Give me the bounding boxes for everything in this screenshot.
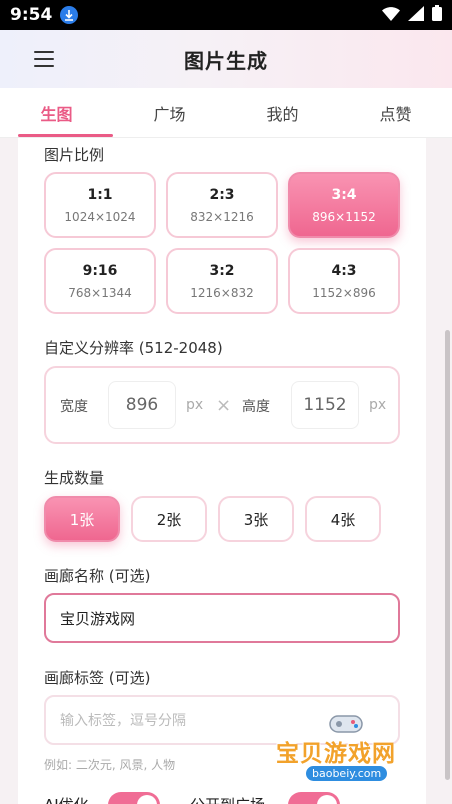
- height-label: 高度: [242, 399, 270, 415]
- height-input[interactable]: 1152: [291, 381, 359, 429]
- times-icon: ×: [216, 395, 232, 416]
- app-header: 图片生成: [0, 30, 452, 88]
- resolution-box: 宽度 896 px × 高度 1152 px: [44, 366, 400, 444]
- ratio-option-size: 896×1152: [312, 209, 376, 224]
- count-option-3[interactable]: 3张: [218, 496, 294, 542]
- width-label: 宽度: [60, 399, 88, 415]
- ratio-option-size: 1216×832: [190, 285, 254, 300]
- ratio-option-label: 3:2: [209, 262, 235, 279]
- tab-likes[interactable]: 点赞: [339, 88, 452, 137]
- ratio-option-label: 4:3: [331, 262, 357, 279]
- scrollbar[interactable]: [445, 330, 450, 780]
- ai-optimize-label: AI优化: [44, 794, 89, 804]
- ratio-option-label: 3:4: [331, 186, 357, 203]
- page-title: 图片生成: [184, 48, 268, 73]
- ratio-option-2-3[interactable]: 2:3 832×1216: [166, 172, 278, 238]
- count-label: 生成数量: [44, 469, 105, 487]
- menu-icon[interactable]: [34, 51, 54, 67]
- width-unit: px: [186, 397, 204, 413]
- generation-form: 图片比例 1:1 1024×1024 2:3 832×1216 3:4 896×…: [18, 138, 426, 804]
- signal-icon: [408, 5, 424, 25]
- ratio-option-size: 1024×1024: [64, 209, 136, 224]
- wifi-icon: [382, 6, 400, 25]
- ratio-label: 图片比例: [44, 146, 105, 164]
- height-unit: px: [369, 397, 387, 413]
- watermark-url: baobeiy.com: [306, 766, 388, 781]
- watermark-logo: 宝贝游戏网 baobeiy.com: [276, 712, 426, 792]
- gallery-tags-label: 画廊标签 (可选): [44, 669, 151, 687]
- publish-square-toggle[interactable]: [288, 792, 340, 804]
- ratio-option-4-3[interactable]: 4:3 1152×896: [288, 248, 400, 314]
- count-option-4[interactable]: 4张: [305, 496, 381, 542]
- gallery-tags-hint: 例如: 二次元, 风景, 人物: [44, 758, 176, 772]
- ratio-option-label: 1:1: [87, 186, 113, 203]
- publish-square-label: 公开到广场: [190, 794, 265, 804]
- battery-icon: [432, 5, 442, 25]
- ai-optimize-toggle[interactable]: [108, 792, 160, 804]
- status-time: 9:54: [10, 5, 53, 25]
- ratio-option-label: 9:16: [82, 262, 118, 279]
- tab-square[interactable]: 广场: [113, 88, 226, 137]
- ratio-option-size: 832×1216: [190, 209, 254, 224]
- tab-mine[interactable]: 我的: [226, 88, 339, 137]
- width-input[interactable]: 896: [108, 381, 176, 429]
- gallery-name-input[interactable]: 宝贝游戏网: [44, 593, 400, 643]
- ratio-option-size: 1152×896: [312, 285, 376, 300]
- ratio-option-9-16[interactable]: 9:16 768×1344: [44, 248, 156, 314]
- gallery-name-label: 画廊名称 (可选): [44, 567, 151, 585]
- status-icons: [382, 5, 442, 25]
- status-bar: 9:54: [0, 0, 452, 30]
- count-option-1[interactable]: 1张: [44, 496, 120, 542]
- tab-generate[interactable]: 生图: [0, 88, 113, 137]
- ratio-option-3-2[interactable]: 3:2 1216×832: [166, 248, 278, 314]
- watermark-text: 宝贝游戏网: [276, 741, 396, 767]
- ratio-option-3-4[interactable]: 3:4 896×1152: [288, 172, 400, 238]
- count-option-2[interactable]: 2张: [131, 496, 207, 542]
- ratio-option-size: 768×1344: [68, 285, 132, 300]
- tab-bar: 生图 广场 我的 点赞: [0, 88, 452, 138]
- resolution-label: 自定义分辨率 (512-2048): [44, 339, 223, 357]
- ratio-option-1-1[interactable]: 1:1 1024×1024: [44, 172, 156, 238]
- download-icon: [60, 6, 79, 24]
- ratio-option-label: 2:3: [209, 186, 235, 203]
